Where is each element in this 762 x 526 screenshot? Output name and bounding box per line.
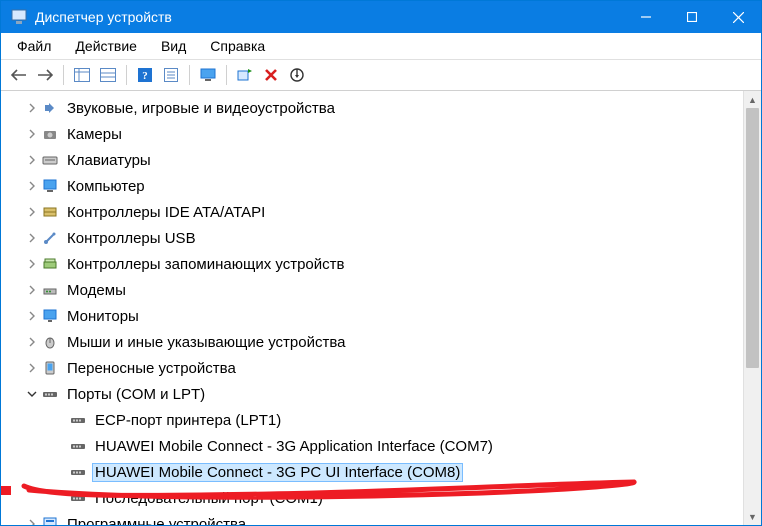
port-icon <box>41 385 59 403</box>
tree-item-label: Мониторы <box>67 308 139 325</box>
computer-icon <box>41 177 59 195</box>
monitor-icon[interactable] <box>196 63 220 87</box>
tree-item-label: Контроллеры IDE ATA/ATAPI <box>67 204 265 221</box>
device-category[interactable]: Контроллеры IDE ATA/ATAPI <box>3 199 743 225</box>
toolbar-separator <box>126 65 127 85</box>
portable-icon <box>41 359 59 377</box>
device-category[interactable]: Компьютер <box>3 173 743 199</box>
chevron-right-icon[interactable] <box>23 363 41 373</box>
software-icon <box>41 515 59 525</box>
chevron-right-icon[interactable] <box>23 259 41 269</box>
chevron-down-icon[interactable] <box>23 389 41 399</box>
scrollbar-up-arrow[interactable]: ▲ <box>744 91 761 108</box>
back-button[interactable] <box>7 63 31 87</box>
port-icon <box>69 463 87 481</box>
scrollbar-down-arrow[interactable]: ▼ <box>744 508 761 525</box>
speaker-icon <box>41 99 59 117</box>
device-tree[interactable]: Звуковые, игровые и видеоустройства Камер… <box>1 91 743 525</box>
device-category[interactable]: Переносные устройства <box>3 355 743 381</box>
toolbar-list-view-icon[interactable] <box>96 63 120 87</box>
help-icon[interactable]: ? <box>133 63 157 87</box>
toolbar-separator <box>63 65 64 85</box>
disable-device-icon[interactable] <box>285 63 309 87</box>
device-category[interactable]: Программные устройства <box>3 511 743 525</box>
tree-item-label: Компьютер <box>67 178 145 195</box>
device-category[interactable]: Порты (COM и LPT) <box>3 381 743 407</box>
chevron-right-icon[interactable] <box>23 337 41 347</box>
toolbar-separator <box>189 65 190 85</box>
tree-item-label: Звуковые, игровые и видеоустройства <box>67 100 335 117</box>
chevron-right-icon[interactable] <box>23 519 41 525</box>
tree-item-label: Последовательный порт (COM1) <box>95 490 323 507</box>
svg-text:?: ? <box>142 70 148 82</box>
device-category[interactable]: Мыши и иные указывающие устройства <box>3 329 743 355</box>
minimize-button[interactable] <box>623 1 669 33</box>
scrollbar-thumb[interactable] <box>746 108 759 368</box>
forward-button[interactable] <box>33 63 57 87</box>
chevron-right-icon[interactable] <box>23 285 41 295</box>
chevron-right-icon[interactable] <box>23 207 41 217</box>
device-item[interactable]: HUAWEI Mobile Connect - 3G PC UI Interfa… <box>3 459 743 485</box>
menu-file[interactable]: Файл <box>5 35 63 57</box>
device-category[interactable]: Клавиатуры <box>3 147 743 173</box>
titlebar: Диспетчер устройств <box>1 1 761 33</box>
chevron-right-icon[interactable] <box>23 155 41 165</box>
toolbar-detail-view-icon[interactable] <box>70 63 94 87</box>
chevron-right-icon[interactable] <box>23 233 41 243</box>
device-item[interactable]: Последовательный порт (COM1) <box>3 485 743 511</box>
tree-item-label: ECP-порт принтера (LPT1) <box>95 412 281 429</box>
tree-item-label: Модемы <box>67 282 126 299</box>
tree-item-label: Контроллеры USB <box>67 230 196 247</box>
port-icon <box>69 437 87 455</box>
mouse-icon <box>41 333 59 351</box>
chevron-right-icon[interactable] <box>23 103 41 113</box>
menu-action[interactable]: Действие <box>63 35 149 57</box>
toolbar: ? <box>1 60 761 91</box>
menu-help[interactable]: Справка <box>198 35 277 57</box>
storage-icon <box>41 255 59 273</box>
device-category[interactable]: Звуковые, игровые и видеоустройства <box>3 95 743 121</box>
vertical-scrollbar[interactable]: ▲ ▼ <box>743 91 761 525</box>
ide-icon <box>41 203 59 221</box>
tree-item-label: Клавиатуры <box>67 152 151 169</box>
tree-item-label: Программные устройства <box>67 516 246 526</box>
chevron-right-icon[interactable] <box>23 311 41 321</box>
tree-item-label: Порты (COM и LPT) <box>67 386 205 403</box>
tree-item-label: Камеры <box>67 126 122 143</box>
window-title: Диспетчер устройств <box>35 9 623 25</box>
device-category[interactable]: Контроллеры USB <box>3 225 743 251</box>
camera-icon <box>41 125 59 143</box>
maximize-button[interactable] <box>669 1 715 33</box>
device-item[interactable]: HUAWEI Mobile Connect - 3G Application I… <box>3 433 743 459</box>
device-manager-window: Диспетчер устройств Файл Действие Вид Сп… <box>0 0 762 526</box>
device-category[interactable]: Контроллеры запоминающих устройств <box>3 251 743 277</box>
tree-item-label: Переносные устройства <box>67 360 236 377</box>
modem-icon <box>41 281 59 299</box>
toolbar-separator <box>226 65 227 85</box>
tree-item-label: HUAWEI Mobile Connect - 3G Application I… <box>95 438 493 455</box>
menubar: Файл Действие Вид Справка <box>1 33 761 60</box>
scan-hardware-icon[interactable] <box>233 63 257 87</box>
monitor-icon <box>41 307 59 325</box>
device-category[interactable]: Камеры <box>3 121 743 147</box>
properties-icon[interactable] <box>159 63 183 87</box>
port-icon <box>69 411 87 429</box>
app-icon <box>11 9 27 25</box>
device-category[interactable]: Модемы <box>3 277 743 303</box>
chevron-right-icon[interactable] <box>23 181 41 191</box>
content-area: Звуковые, игровые и видеоустройства Камер… <box>1 91 761 525</box>
tree-item-label: HUAWEI Mobile Connect - 3G PC UI Interfa… <box>95 464 460 481</box>
device-category[interactable]: Мониторы <box>3 303 743 329</box>
menu-view[interactable]: Вид <box>149 35 198 57</box>
close-button[interactable] <box>715 1 761 33</box>
device-item[interactable]: ECP-порт принтера (LPT1) <box>3 407 743 433</box>
keyboard-icon <box>41 151 59 169</box>
uninstall-icon[interactable] <box>259 63 283 87</box>
tree-item-label: Контроллеры запоминающих устройств <box>67 256 344 273</box>
port-icon <box>69 489 87 507</box>
usb-icon <box>41 229 59 247</box>
chevron-right-icon[interactable] <box>23 129 41 139</box>
tree-item-label: Мыши и иные указывающие устройства <box>67 334 345 351</box>
